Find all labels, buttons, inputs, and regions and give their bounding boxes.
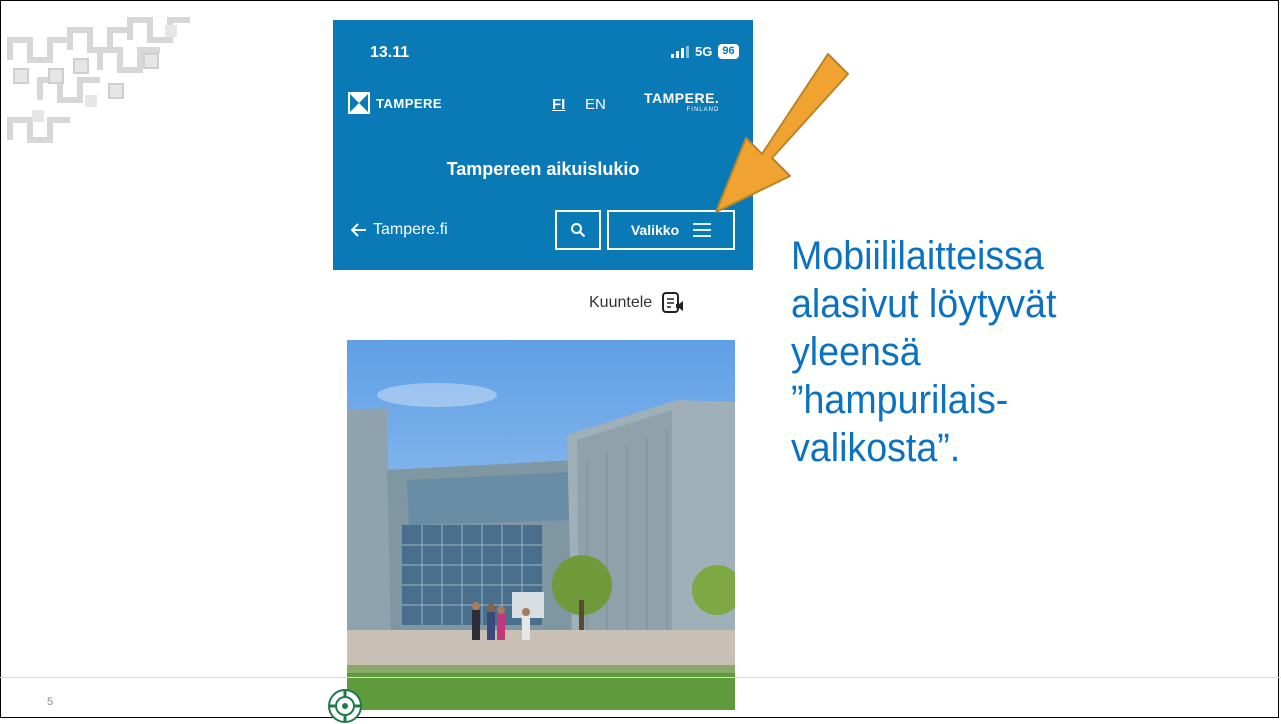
slide-number: 5 (47, 696, 54, 708)
search-button[interactable] (555, 210, 601, 250)
annotation-arrow-icon (715, 53, 849, 213)
school-building-photo (347, 340, 735, 710)
back-arrow-icon (351, 223, 366, 237)
slide-main-text: Mobiililaitteissa alasivut löytyvät ylee… (791, 234, 1057, 470)
site-header: 13.11 5G 96 TAMPERE FI EN TAMPERE. FINLA… (333, 20, 753, 270)
menu-label: Valikko (630, 222, 680, 238)
decorative-pattern-logo (7, 17, 190, 143)
footer-divider (0, 677, 1281, 678)
cookie-settings-icon[interactable] (327, 688, 363, 724)
language-fi[interactable]: FI (552, 96, 565, 113)
tampere-crest-icon (348, 92, 370, 114)
status-time: 13.11 (370, 44, 410, 61)
back-link[interactable]: Tampere.fi (351, 221, 448, 239)
site-title: Tampereen aikuislukio (446, 159, 640, 179)
search-icon (571, 223, 586, 238)
listen-audio-icon (662, 292, 684, 313)
language-en[interactable]: EN (585, 96, 606, 113)
signal-icon (671, 45, 689, 58)
listen-label: Kuuntele (589, 294, 653, 311)
back-link-label: Tampere.fi (373, 221, 448, 238)
logo-text: TAMPERE (376, 95, 443, 111)
listen-button[interactable]: Kuuntele (589, 292, 686, 314)
phone-screenshot: 13.11 5G 96 TAMPERE FI EN TAMPERE. FINLA… (328, 20, 753, 723)
tampere-logo[interactable]: TAMPERE (348, 92, 442, 114)
